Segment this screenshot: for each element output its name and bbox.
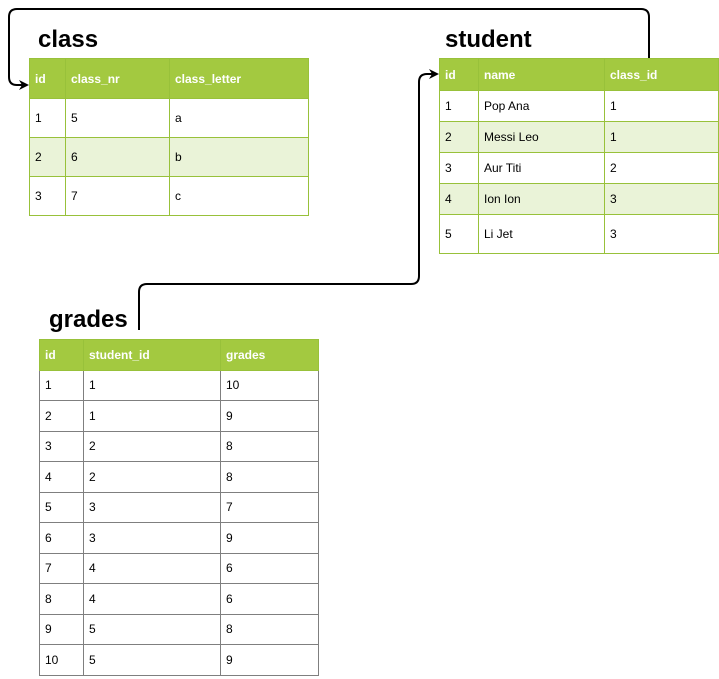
table-cell: 1: [604, 121, 719, 153]
class-header-class-letter: class_letter: [169, 58, 309, 99]
table-cell: 8: [39, 583, 84, 615]
table-cell: b: [169, 137, 309, 177]
table-row: 9 5 8: [39, 613, 319, 645]
table-cell: 6: [65, 137, 170, 177]
class-header-class-nr: class_nr: [65, 58, 170, 99]
table-cell: 1: [39, 369, 84, 401]
table-cell: Messi Leo: [478, 121, 605, 153]
table-cell: Pop Ana: [478, 90, 605, 122]
table-row: 1 Pop Ana 1: [439, 90, 719, 122]
table-cell: 9: [220, 400, 319, 432]
table-cell: 1: [29, 98, 66, 138]
table-row: 4 2 8: [39, 461, 319, 493]
table-cell: 6: [39, 522, 84, 554]
table-cell: 5: [83, 644, 221, 676]
table-cell: Ion Ion: [478, 183, 605, 215]
table-row: 2 Messi Leo 1: [439, 121, 719, 153]
table-cell: 3: [83, 522, 221, 554]
grades-table-title: grades: [49, 306, 128, 333]
table-row: 5 Li Jet 3: [439, 214, 719, 254]
grades-header-student-id: student_id: [83, 339, 221, 371]
table-cell: 7: [65, 176, 170, 216]
table-row: 6 3 9: [39, 522, 319, 554]
class-table-title: class: [38, 26, 99, 53]
table-cell: 1: [83, 369, 221, 401]
table-cell: 2: [604, 152, 719, 184]
table-cell: 1: [604, 90, 719, 122]
student-table-title: student: [445, 26, 532, 53]
table-cell: 8: [220, 430, 319, 462]
table-row: 3 2 8: [39, 430, 319, 462]
table-cell: a: [169, 98, 309, 138]
table-cell: c: [169, 176, 309, 216]
table-cell: 4: [39, 461, 84, 493]
table-cell: 8: [220, 461, 319, 493]
table-row: 1 1 10: [39, 369, 319, 401]
table-cell: 2: [439, 121, 479, 153]
table-row: 8 4 6: [39, 583, 319, 615]
table-cell: 9: [220, 522, 319, 554]
table-cell: 10: [220, 369, 319, 401]
student-header-class-id: class_id: [604, 58, 719, 91]
table-cell: 4: [83, 583, 221, 615]
table-cell: 6: [220, 552, 319, 584]
table-cell: 5: [65, 98, 170, 138]
table-cell: Aur Titi: [478, 152, 605, 184]
table-row: 10 5 9: [39, 644, 319, 676]
table-cell: 2: [39, 400, 84, 432]
table-row: 4 Ion Ion 3: [439, 183, 719, 215]
table-cell: 3: [39, 430, 84, 462]
table-cell: 5: [39, 491, 84, 523]
table-cell: 6: [220, 583, 319, 615]
table-cell: 2: [29, 137, 66, 177]
table-cell: Li Jet: [478, 214, 605, 254]
table-cell: 9: [39, 613, 84, 645]
table-cell: 2: [83, 430, 221, 462]
grades-header-grades: grades: [220, 339, 319, 371]
grades-table: id student_id grades 1 1 10 2 1 9 3 2 8 …: [39, 339, 319, 676]
table-row: 7 4 6: [39, 552, 319, 584]
table-cell: 4: [439, 183, 479, 215]
table-cell: 3: [604, 214, 719, 254]
student-table: id name class_id 1 Pop Ana 1 2 Messi Leo…: [439, 58, 719, 254]
table-cell: 3: [83, 491, 221, 523]
table-cell: 3: [604, 183, 719, 215]
table-cell: 3: [29, 176, 66, 216]
table-cell: 8: [220, 613, 319, 645]
table-cell: 4: [83, 552, 221, 584]
table-row: 2 1 9: [39, 400, 319, 432]
table-cell: 1: [439, 90, 479, 122]
table-cell: 7: [220, 491, 319, 523]
table-row: 3 Aur Titi 2: [439, 152, 719, 184]
class-header-id: id: [29, 58, 66, 99]
class-table: id class_nr class_letter 1 5 a 2 6 b 3 7…: [29, 58, 309, 216]
table-cell: 3: [439, 152, 479, 184]
student-header-name: name: [478, 58, 605, 91]
table-cell: 7: [39, 552, 84, 584]
student-header-id: id: [439, 58, 479, 91]
table-cell: 2: [83, 461, 221, 493]
table-row: 1 5 a: [29, 98, 309, 138]
table-row: 3 7 c: [29, 176, 309, 216]
table-cell: 10: [39, 644, 84, 676]
table-cell: 5: [439, 214, 479, 254]
table-cell: 9: [220, 644, 319, 676]
grades-header-id: id: [39, 339, 84, 371]
table-row: 5 3 7: [39, 491, 319, 523]
table-cell: 5: [83, 613, 221, 645]
table-row: 2 6 b: [29, 137, 309, 177]
table-cell: 1: [83, 400, 221, 432]
